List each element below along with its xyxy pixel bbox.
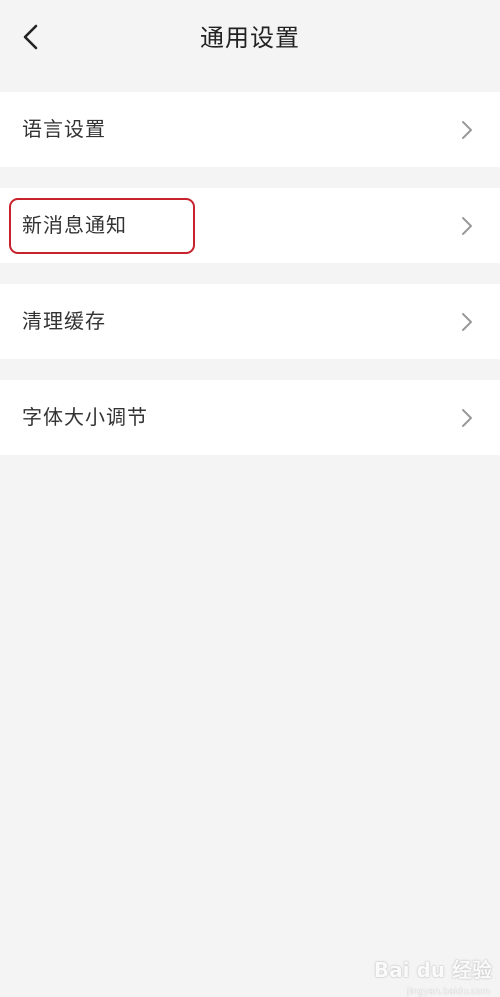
settings-item-label: 新消息通知 — [22, 213, 127, 237]
chevron-right-icon — [462, 409, 472, 427]
settings-item-new-message-notification[interactable]: 新消息通知 — [0, 188, 500, 263]
settings-item-language[interactable]: 语言设置 — [0, 92, 500, 167]
header-bar: 通用设置 — [0, 0, 500, 78]
page-title: 通用设置 — [200, 24, 300, 52]
settings-item-clear-cache[interactable]: 清理缓存 — [0, 284, 500, 359]
settings-item-label: 字体大小调节 — [22, 405, 148, 429]
settings-item-font-size[interactable]: 字体大小调节 — [0, 380, 500, 455]
watermark: Bai du 经验 — [374, 954, 492, 983]
chevron-right-icon — [462, 217, 472, 235]
chevron-right-icon — [462, 121, 472, 139]
watermark-url: jingyan.baidu.com — [406, 987, 490, 997]
chevron-right-icon — [462, 313, 472, 331]
settings-item-label: 语言设置 — [22, 117, 106, 141]
settings-item-label: 清理缓存 — [22, 309, 106, 333]
watermark-brand: Bai du 经验 — [373, 958, 492, 982]
